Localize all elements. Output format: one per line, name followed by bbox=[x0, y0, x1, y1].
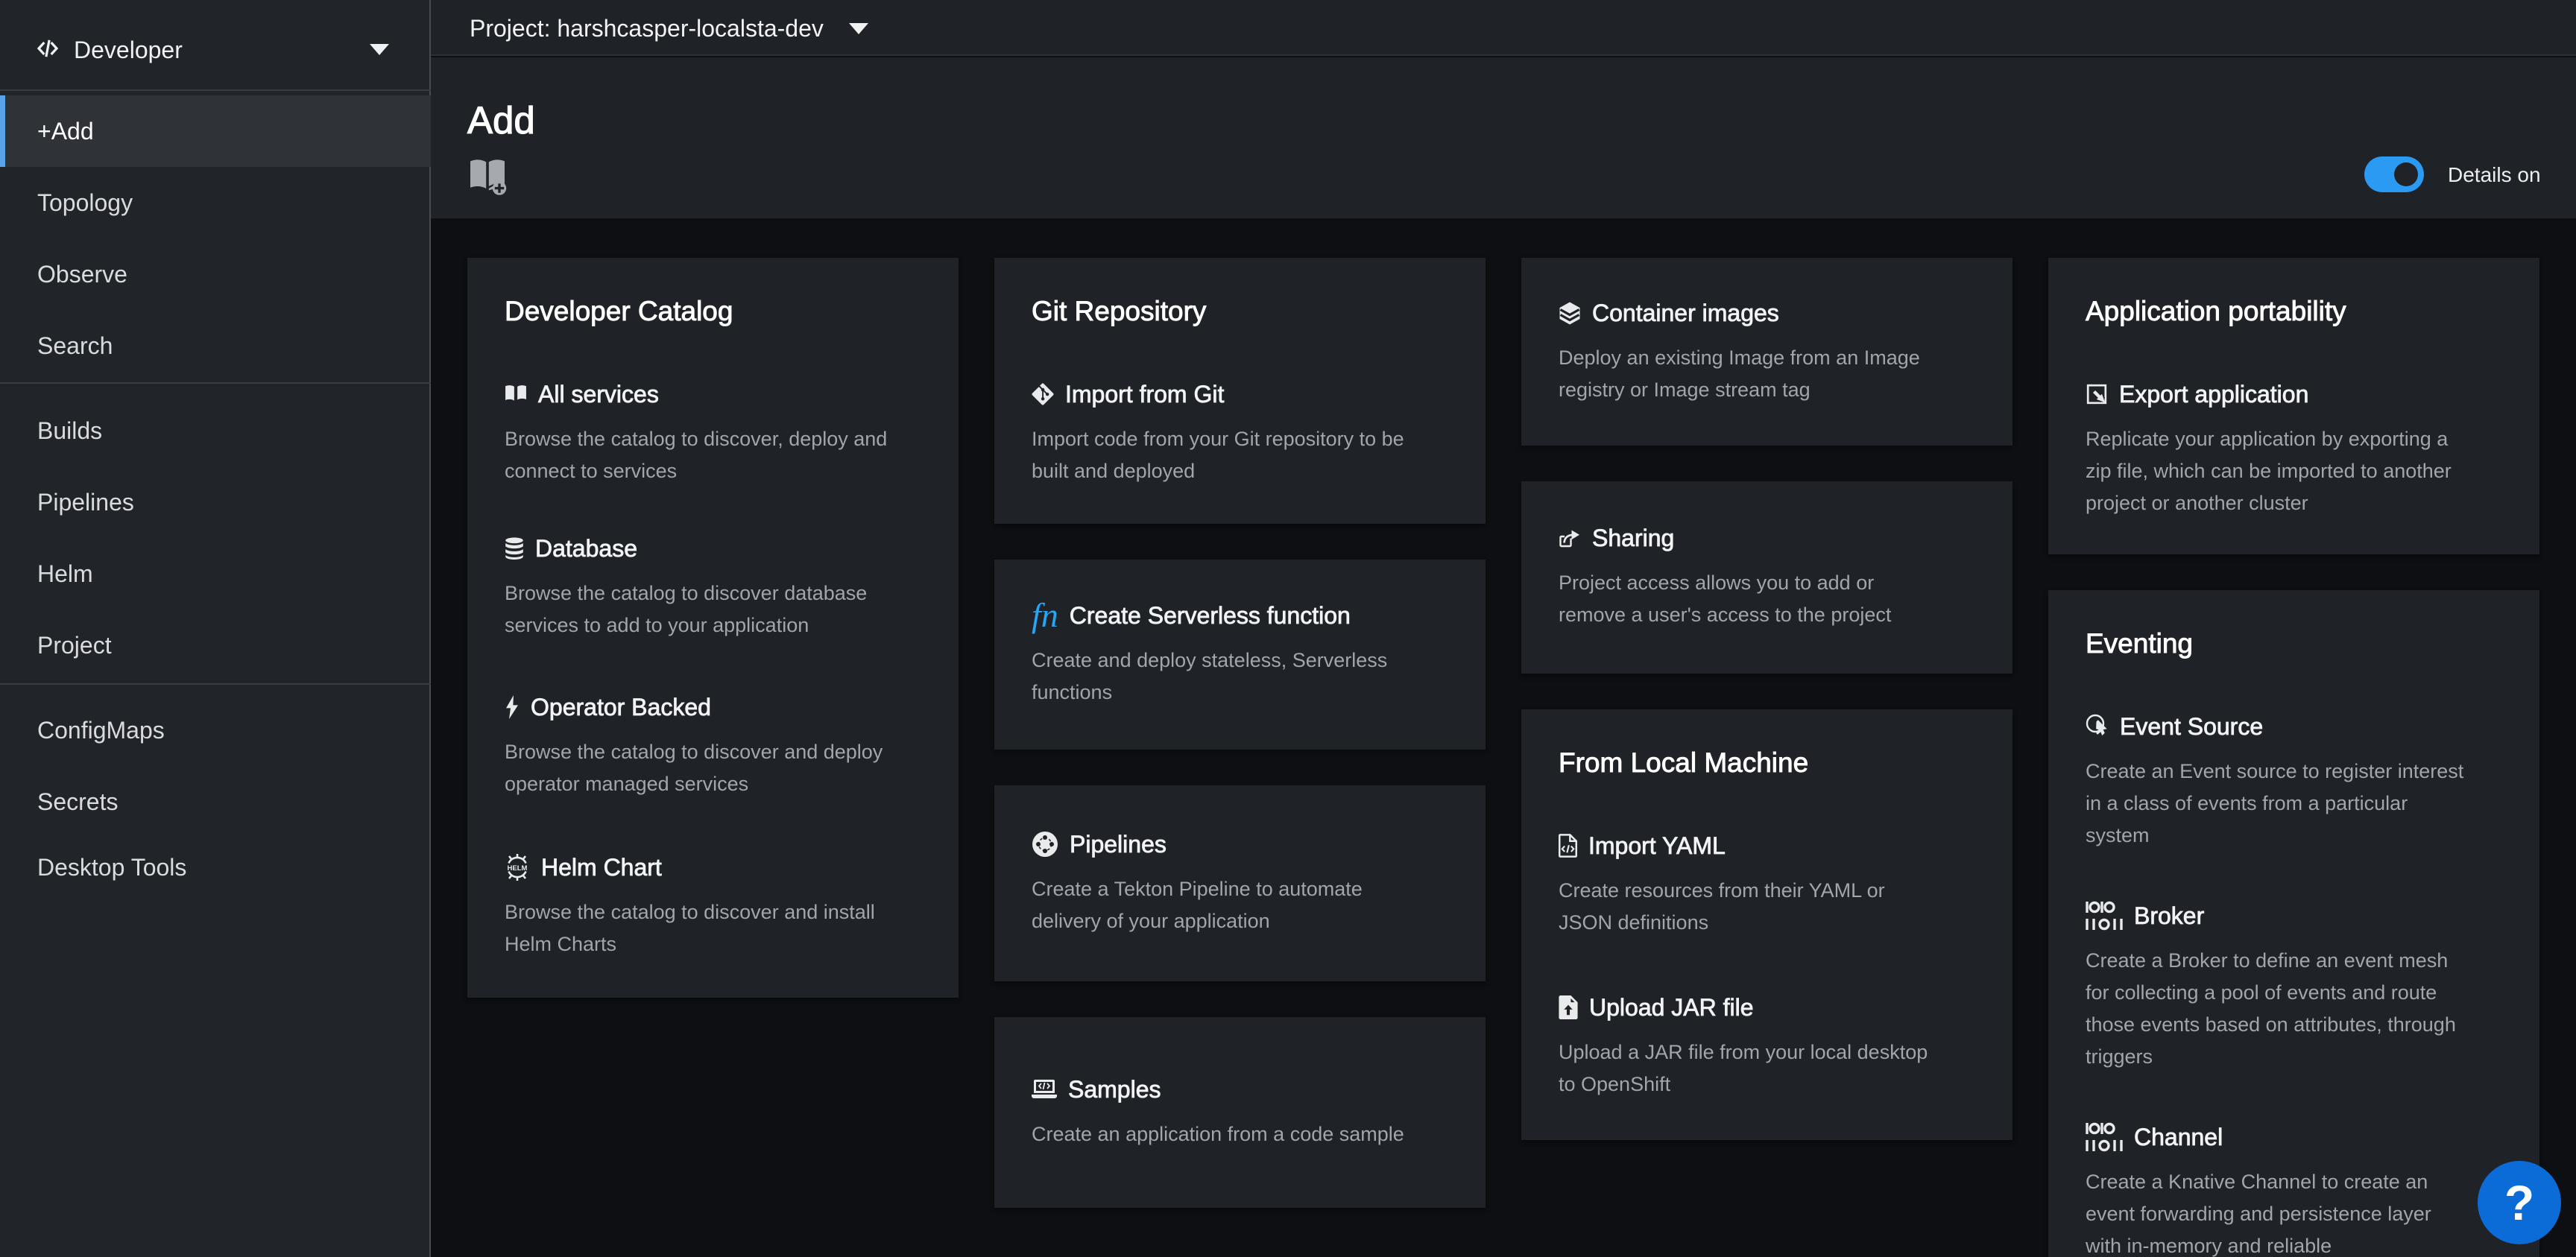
svg-text:HELM: HELM bbox=[508, 864, 528, 873]
